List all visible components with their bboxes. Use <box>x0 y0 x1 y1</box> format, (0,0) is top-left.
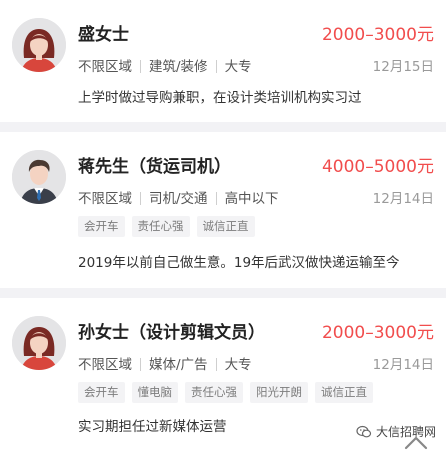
location-label: 不限区域 <box>78 191 132 207</box>
education-label: 高中以下 <box>224 191 279 207</box>
category-label: 媒体/广告 <box>149 357 208 373</box>
location-label: 不限区域 <box>78 357 132 373</box>
category-label: 司机/交通 <box>149 191 208 207</box>
candidate-description: 2019年以前自己做生意。19年后武汉做快递运输至今 <box>78 255 400 271</box>
skill-tag: 诚信正直 <box>196 216 255 237</box>
salary-range: 2000–3000元 <box>321 25 434 45</box>
post-date: 12月14日 <box>372 191 434 207</box>
divider <box>215 60 217 73</box>
location-label: 不限区域 <box>78 59 132 75</box>
skill-tags: 会开车 责任心强 诚信正直 <box>78 216 262 237</box>
candidate-card[interactable]: 盛女士 2000–3000元 不限区域 建筑/装修 大专 12月15日 上学时做过导… <box>0 0 446 122</box>
candidate-meta: 不限区域 司机/交通 高中以下 <box>78 187 279 207</box>
skill-tag: 诚信正直 <box>315 382 373 403</box>
skill-tag: 懂电脑 <box>131 382 178 403</box>
skill-tag: 责任心强 <box>185 382 243 403</box>
category-label: 建筑/装修 <box>149 59 208 75</box>
candidate-card[interactable]: 蒋先生（货运司机） 4000–5000元 不限区域 司机/交通 高中以下 12月14… <box>0 132 446 288</box>
chevron-up-icon <box>404 436 428 450</box>
education-label: 大专 <box>224 59 252 75</box>
skill-tag: 会开车 <box>78 216 125 237</box>
scroll-to-top-button[interactable] <box>402 432 430 451</box>
skill-tag: 会开车 <box>78 382 125 403</box>
divider <box>140 192 141 205</box>
divider <box>140 60 141 73</box>
skill-tags: 会开车 懂电脑 责任心强 阳光开朗 诚信正直 <box>78 382 380 403</box>
female-avatar-icon <box>12 316 66 370</box>
candidate-meta: 不限区域 媒体/广告 大专 <box>78 353 252 373</box>
salary-range: 4000–5000元 <box>321 157 434 177</box>
education-label: 大专 <box>224 357 252 373</box>
male-avatar-icon <box>12 150 66 204</box>
candidate-description: 上学时做过导购兼职，在设计类培训机构实习过 <box>78 90 362 106</box>
divider <box>140 358 141 371</box>
post-date: 12月14日 <box>372 357 434 373</box>
candidate-name: 蒋先生（货运司机） <box>78 157 231 177</box>
skill-tag: 责任心强 <box>131 216 190 237</box>
female-avatar-icon <box>12 18 66 72</box>
candidate-name: 盛女士 <box>78 25 129 45</box>
candidate-meta: 不限区域 建筑/装修 大专 <box>78 55 252 75</box>
divider <box>215 358 217 371</box>
post-date: 12月15日 <box>372 59 434 75</box>
wechat-logo-icon <box>356 425 372 437</box>
divider <box>215 192 217 205</box>
candidate-description: 实习期担任过新媒体运营 <box>78 419 227 435</box>
skill-tag: 阳光开朗 <box>250 382 308 403</box>
candidate-name: 孙女士（设计剪辑文员） <box>78 323 265 343</box>
salary-range: 2000–3000元 <box>321 323 434 343</box>
